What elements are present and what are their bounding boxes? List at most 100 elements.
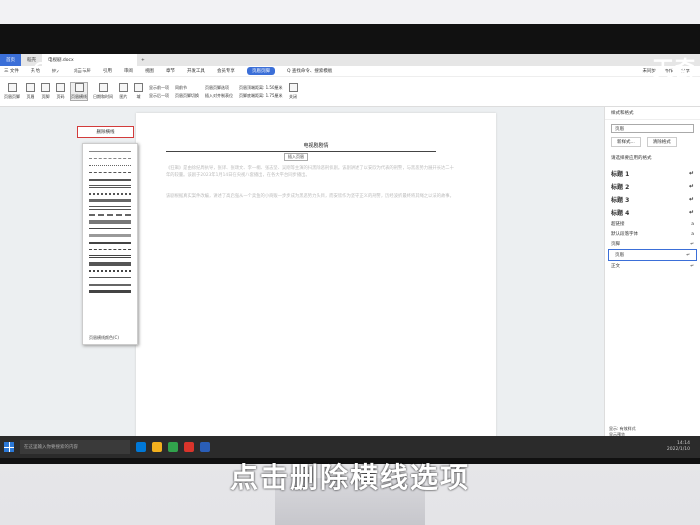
- clear-format-button[interactable]: 清除格式: [646, 137, 677, 147]
- field-tool[interactable]: 域: [134, 83, 143, 100]
- tab-home[interactable]: 首页: [0, 54, 21, 66]
- enter-icon: ↵: [688, 183, 694, 190]
- show-next-option[interactable]: 显示后一项: [149, 93, 169, 99]
- show-prev-option[interactable]: 显示前一项: [149, 85, 169, 91]
- line-option[interactable]: [89, 288, 131, 295]
- wechat-icon[interactable]: [168, 442, 178, 452]
- line-option[interactable]: [89, 204, 131, 211]
- line-option[interactable]: [89, 281, 131, 288]
- style-label: 正文: [611, 264, 620, 269]
- style-list: 标题 1 ↵ 标题 2 ↵ 标题 3 ↵ 标题 4 ↵ 超链接 a 默认段落字体 a 页脚 ↵…: [605, 167, 700, 271]
- enter-icon: ↵: [690, 263, 694, 269]
- menu-reference[interactable]: 引用: [103, 68, 112, 74]
- line-option[interactable]: [89, 253, 131, 260]
- taskbar-clock[interactable]: 14:14 2022/1/10: [667, 441, 700, 453]
- line-option[interactable]: [89, 232, 131, 239]
- paragraph-2[interactable]: 该剧根据真实案件改编，讲述了高启强从一个卖鱼的小商贩一步步成为黑恶势力头目，而安…: [166, 193, 458, 200]
- insert-header-pill[interactable]: 插入页眉: [284, 153, 308, 161]
- close-tool[interactable]: 关闭: [288, 83, 298, 100]
- line-option[interactable]: [89, 162, 131, 169]
- header-tool[interactable]: 页眉: [26, 83, 35, 100]
- line-option[interactable]: [89, 148, 131, 155]
- menu-review[interactable]: 审阅: [124, 68, 133, 74]
- picture-icon: [119, 83, 128, 92]
- line-option[interactable]: [89, 197, 131, 204]
- line-option[interactable]: [89, 190, 131, 197]
- line-option[interactable]: [89, 260, 131, 267]
- footer-tool[interactable]: 页脚: [41, 83, 50, 100]
- line-option[interactable]: [89, 274, 131, 281]
- enter-icon: ↵: [688, 196, 694, 203]
- edge-icon[interactable]: [136, 442, 146, 452]
- menu-view[interactable]: 视图: [145, 68, 154, 74]
- style-heading-4[interactable]: 标题 4 ↵: [605, 206, 700, 219]
- command-search[interactable]: Q 查找命令、搜索模板: [287, 68, 332, 74]
- enter-icon: ↵: [688, 170, 694, 177]
- style-heading-3[interactable]: 标题 3 ↵: [605, 193, 700, 206]
- menu-developer[interactable]: 开发工具: [187, 68, 205, 74]
- style-label: 默认段落字体: [611, 232, 638, 237]
- page-number-tool[interactable]: 页码: [56, 83, 65, 100]
- windows-start-icon[interactable]: [4, 442, 14, 452]
- hf-options-button[interactable]: 页眉页脚选项: [205, 85, 233, 91]
- style-heading-1[interactable]: 标题 1 ↵: [605, 167, 700, 180]
- delete-line-button[interactable]: 删除横线: [77, 126, 134, 138]
- footer-distance-field[interactable]: 页脚底端距离: 1.75厘米: [239, 93, 283, 99]
- style-footer[interactable]: 页脚 ↵: [605, 239, 700, 249]
- char-icon: a: [691, 221, 694, 227]
- current-style-field[interactable]: 页眉: [611, 124, 694, 133]
- menu-file[interactable]: 三 文件: [4, 68, 19, 74]
- date: 2022/1/10: [666, 447, 690, 452]
- line-option[interactable]: [89, 155, 131, 162]
- page-icon: [7, 83, 17, 92]
- style-hyperlink[interactable]: 超链接 a: [605, 219, 700, 229]
- menu-header-footer[interactable]: 页眉页脚: [246, 67, 275, 75]
- header-title[interactable]: 电视剧剧情: [136, 142, 496, 149]
- paragraph-1[interactable]: 《狂飙》是由徐纪周执导，张译、张颂文、李一桐、张志坚、吴刚等主演的扫黑除恶刑侦剧…: [166, 165, 458, 179]
- style-default-font[interactable]: 默认段落字体 a: [605, 229, 700, 239]
- menu-section[interactable]: 章节: [166, 68, 175, 74]
- tool-label: 域: [136, 94, 141, 99]
- line-option[interactable]: [89, 183, 131, 190]
- menu-member[interactable]: 会员专享: [217, 68, 235, 74]
- switch-option[interactable]: 页眉页脚切换: [175, 93, 199, 99]
- line-style-list: [83, 144, 137, 299]
- style-heading-2[interactable]: 标题 2 ↵: [605, 180, 700, 193]
- line-option[interactable]: [89, 246, 131, 253]
- insert-tab-stop-button[interactable]: 插入对齐制表位: [205, 93, 233, 99]
- header-line-tool[interactable]: 页眉横线: [70, 82, 88, 101]
- style-normal[interactable]: 正文 ↵: [605, 261, 700, 271]
- header-footer-tool[interactable]: 页眉页脚: [4, 83, 20, 100]
- style-header[interactable]: 页眉 ↵: [608, 249, 697, 261]
- line-option[interactable]: [89, 267, 131, 274]
- new-tab-button[interactable]: +: [137, 54, 149, 66]
- line-color-option[interactable]: 页眉横线颜色(C): [89, 335, 119, 341]
- tab-bar: 首页 稻壳 电视剧.docx +: [0, 54, 700, 66]
- header-distance-field[interactable]: 页眉顶端距离: 1.50厘米: [239, 85, 283, 91]
- line-option[interactable]: [89, 218, 131, 225]
- line-option[interactable]: [89, 211, 131, 218]
- line-option[interactable]: [89, 176, 131, 183]
- corner-logo: 天奇: [651, 57, 696, 83]
- line-option[interactable]: [89, 239, 131, 246]
- tool-label: 图片: [119, 94, 128, 99]
- date-time-tool[interactable]: 日期和时间: [93, 83, 113, 100]
- line-option[interactable]: [89, 225, 131, 232]
- style-label: 标题 3: [611, 197, 630, 204]
- enter-icon: ↵: [690, 241, 694, 247]
- nav-options: 显示前一项 显示后一项: [149, 85, 169, 99]
- tool-label: 页眉横线: [71, 94, 87, 99]
- enter-icon: ↵: [686, 252, 690, 258]
- taskbar-search[interactable]: 在这里输入你要搜索的内容: [20, 440, 130, 454]
- new-style-button[interactable]: 新样式...: [611, 137, 641, 147]
- wps-icon[interactable]: [184, 442, 194, 452]
- header-icon: [26, 83, 35, 92]
- document-page: 电视剧剧情 插入页眉 《狂飙》是由徐纪周执导，张译、张颂文、李一桐、张志坚、吴刚…: [136, 113, 496, 443]
- same-as-prev-option[interactable]: 同前节: [175, 85, 199, 91]
- distance-fields: 页眉顶端距离: 1.50厘米 页脚底端距离: 1.75厘米: [239, 85, 283, 99]
- picture-tool[interactable]: 图片: [119, 83, 128, 100]
- line-option[interactable]: [89, 169, 131, 176]
- header-rule: [166, 151, 436, 152]
- word-icon[interactable]: [200, 442, 210, 452]
- folder-icon[interactable]: [152, 442, 162, 452]
